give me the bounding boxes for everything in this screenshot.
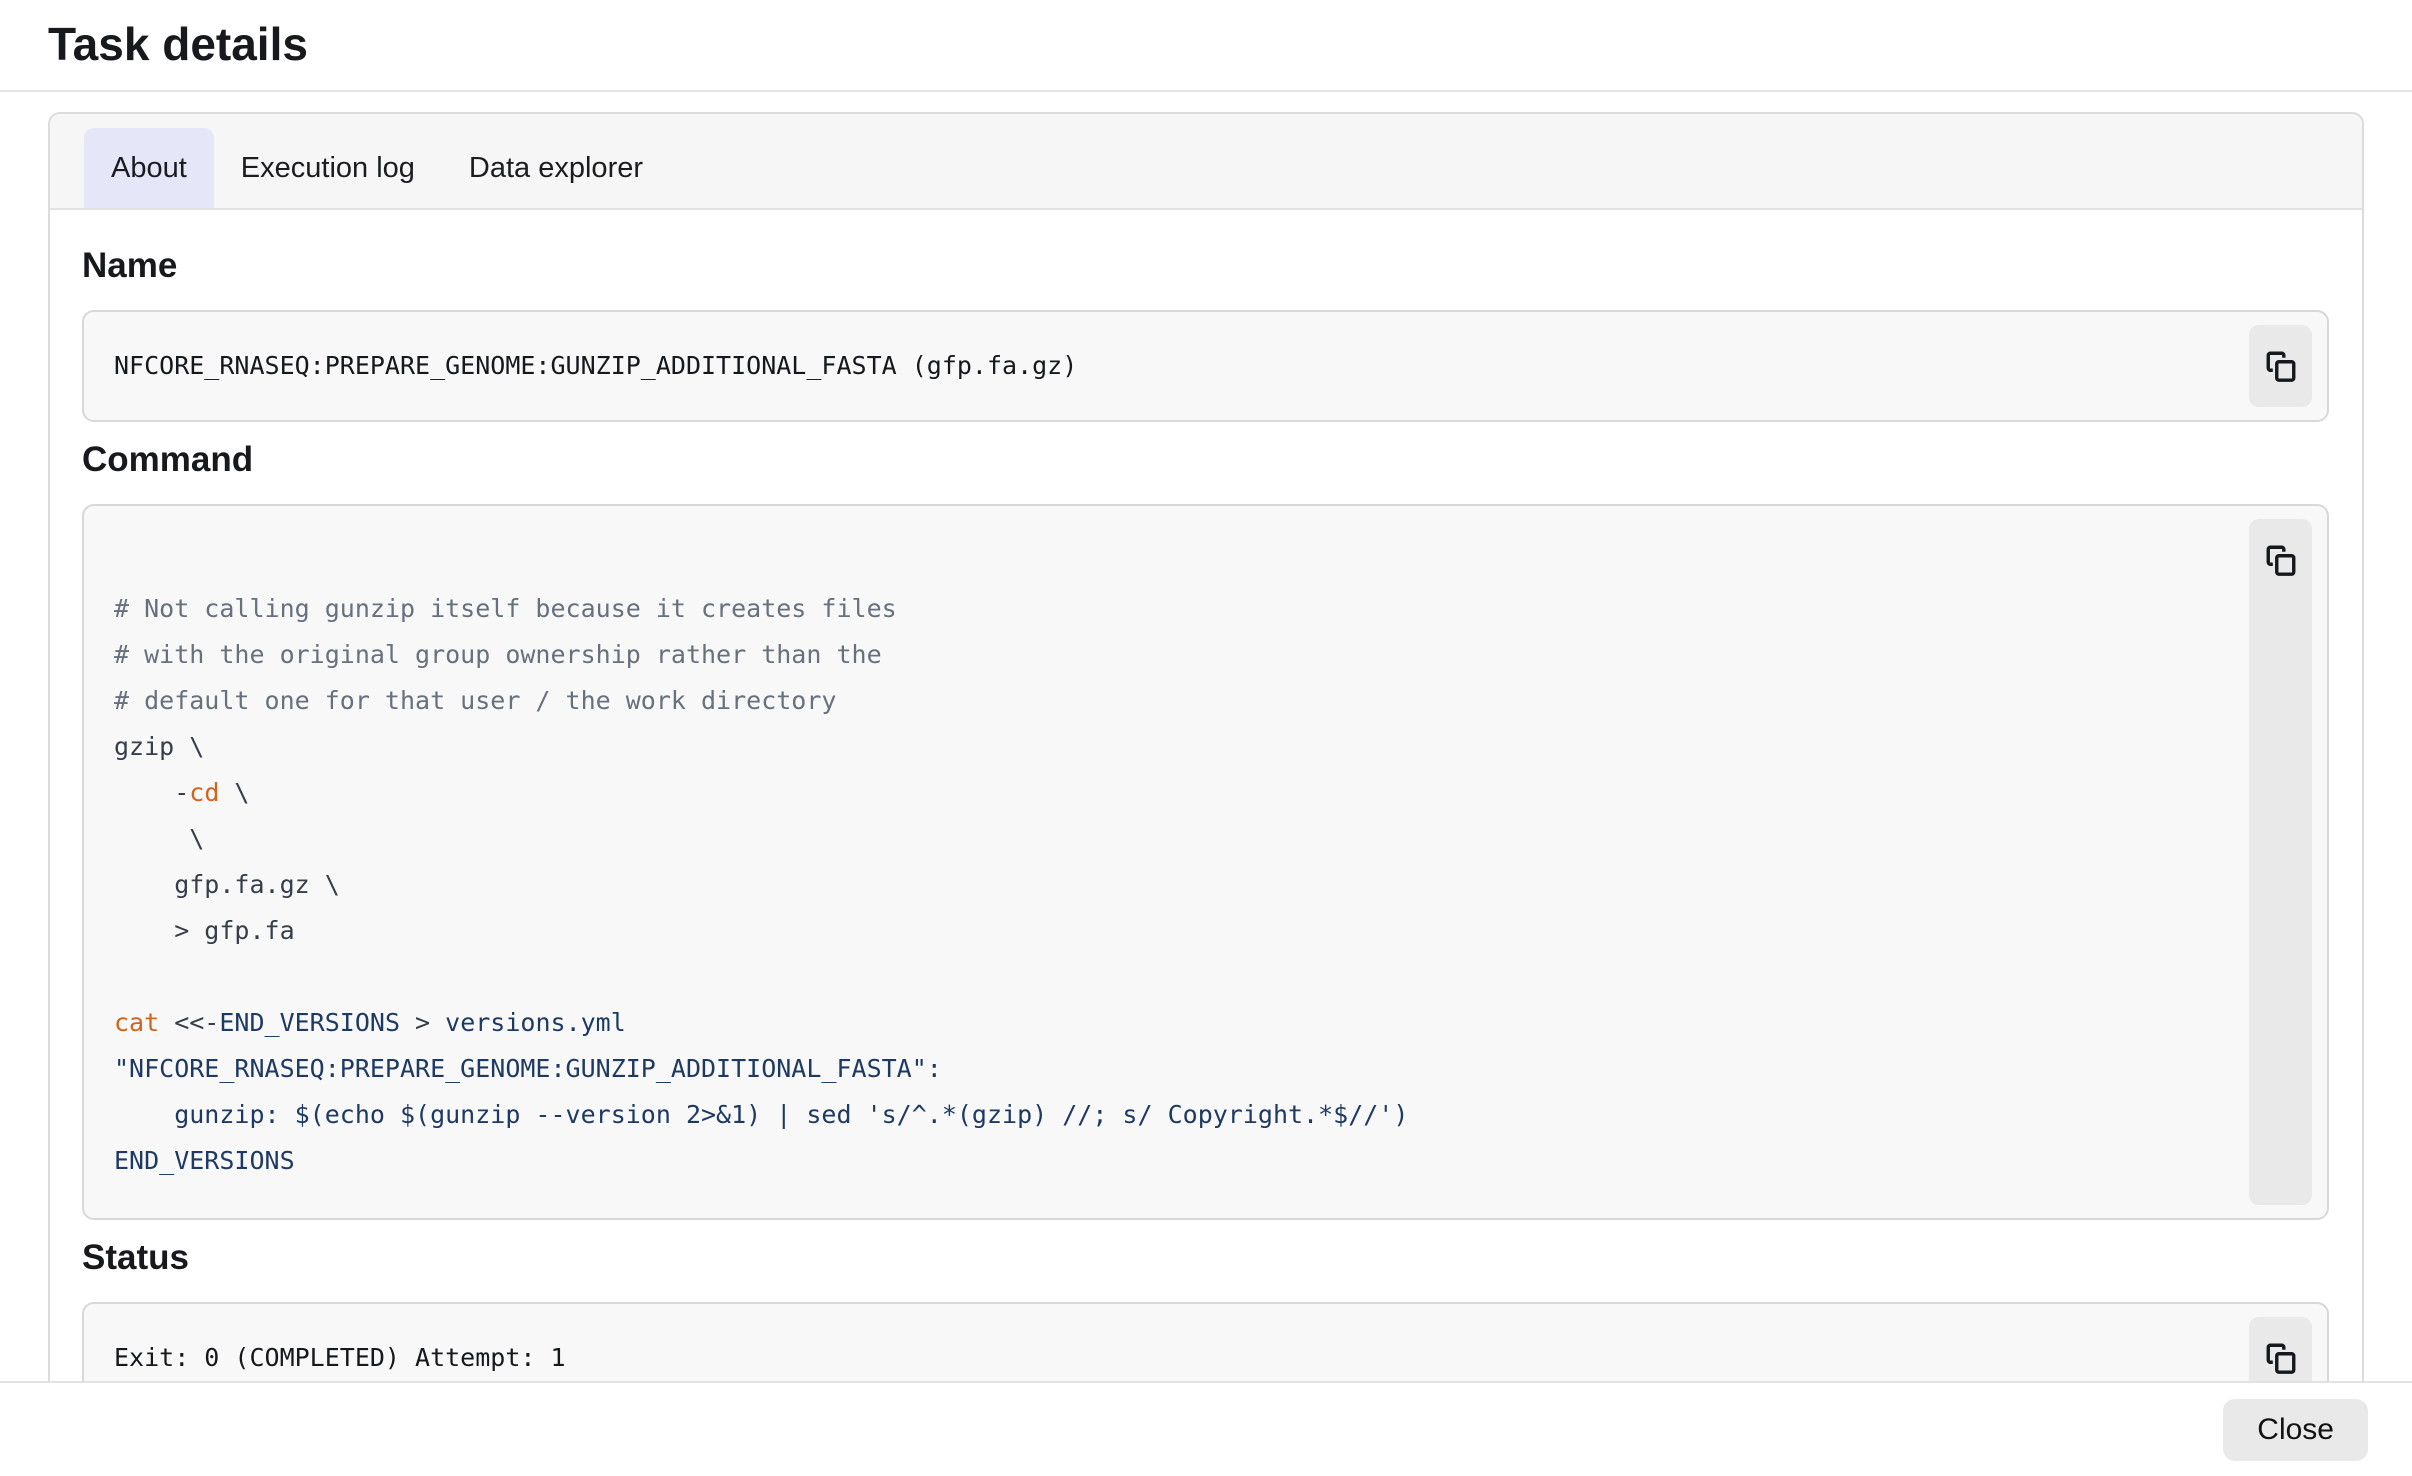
status-value: Exit: 0 (COMPLETED) Attempt: 1 — [84, 1304, 2327, 1381]
modal-header: Task details — [0, 0, 2412, 92]
command-box: # Not calling gunzip itself because it c… — [82, 504, 2329, 1220]
status-copy-gutter — [2249, 1317, 2312, 1381]
status-section-heading: Status — [82, 1238, 2329, 1278]
modal-footer: Close — [0, 1381, 2412, 1476]
tab-bar: About Execution log Data explorer — [50, 114, 2362, 210]
task-name-value: NFCORE_RNASEQ:PREPARE_GENOME:GUNZIP_ADDI… — [84, 312, 2327, 420]
tab-about[interactable]: About — [84, 128, 214, 208]
copy-icon — [2264, 349, 2298, 383]
tab-execution-log[interactable]: Execution log — [214, 128, 442, 208]
task-name-box: NFCORE_RNASEQ:PREPARE_GENOME:GUNZIP_ADDI… — [82, 310, 2329, 422]
command-scroll-gutter — [2249, 519, 2312, 1205]
tab-content-about: Name NFCORE_RNASEQ:PREPARE_GENOME:GUNZIP… — [50, 210, 2362, 1381]
name-copy-button[interactable] — [2249, 339, 2312, 393]
modal-body-scroll[interactable]: About Execution log Data explorer Name N… — [0, 94, 2412, 1381]
tab-data-explorer[interactable]: Data explorer — [442, 128, 670, 208]
status-box: Exit: 0 (COMPLETED) Attempt: 1 — [82, 1302, 2329, 1381]
task-details-card: About Execution log Data explorer Name N… — [48, 112, 2364, 1381]
command-copy-button[interactable] — [2249, 533, 2312, 587]
name-section-heading: Name — [82, 246, 2329, 286]
copy-icon — [2264, 543, 2298, 577]
close-button[interactable]: Close — [2223, 1399, 2368, 1461]
copy-icon — [2264, 1341, 2298, 1375]
command-section-heading: Command — [82, 440, 2329, 480]
command-code: # Not calling gunzip itself because it c… — [84, 506, 2327, 1218]
page-title: Task details — [48, 12, 308, 76]
status-copy-button[interactable] — [2249, 1331, 2312, 1381]
name-copy-gutter — [2249, 325, 2312, 407]
